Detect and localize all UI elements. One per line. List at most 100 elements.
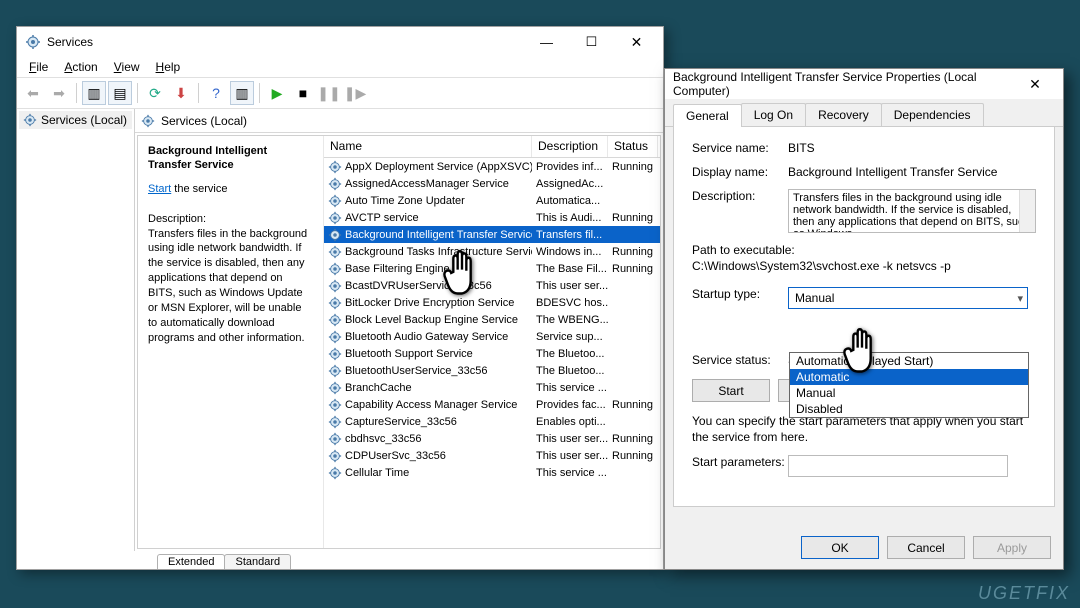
service-row[interactable]: Bluetooth Support ServiceThe Bluetoo... — [324, 345, 660, 362]
stop-service-button[interactable]: ■ — [291, 81, 315, 105]
menu-action[interactable]: Action — [56, 58, 105, 76]
start-params-label: Start parameters: — [692, 455, 788, 469]
tab-standard[interactable]: Standard — [224, 554, 291, 569]
service-row[interactable]: Block Level Backup Engine ServiceThe WBE… — [324, 311, 660, 328]
minimize-button[interactable]: — — [524, 28, 569, 56]
detail-pane: Background Intelligent Transfer Service … — [138, 136, 324, 548]
tab-general[interactable]: General — [673, 104, 742, 127]
service-name-label: Service name: — [692, 141, 788, 155]
gear-icon — [328, 330, 342, 344]
toolbar: ⬅ ➡ ▥ ▤ ⟳ ⬇ ? ▥ ▶ ■ ❚❚ ❚▶ — [17, 77, 663, 109]
option-automatic-delayed[interactable]: Automatic (Delayed Start) — [790, 353, 1028, 369]
service-row[interactable]: Cellular TimeThis service ... — [324, 464, 660, 481]
pause-service-button[interactable]: ❚❚ — [317, 81, 341, 105]
gear-icon — [328, 432, 342, 446]
gear-icon — [328, 211, 342, 225]
tab-recovery[interactable]: Recovery — [805, 103, 882, 126]
cancel-button[interactable]: Cancel — [887, 536, 965, 559]
service-row[interactable]: AppX Deployment Service (AppXSVC)Provide… — [324, 158, 660, 175]
display-name-label: Display name: — [692, 165, 788, 179]
service-row[interactable]: BcastDVRUserService_33c56This user ser..… — [324, 277, 660, 294]
service-row[interactable]: AVCTP serviceThis is Audi...Running — [324, 209, 660, 226]
dialog-titlebar[interactable]: Background Intelligent Transfer Service … — [665, 69, 1063, 99]
service-row[interactable]: BitLocker Drive Encryption ServiceBDESVC… — [324, 294, 660, 311]
window-title: Services — [47, 35, 524, 49]
gear-icon — [328, 466, 342, 480]
gear-icon — [328, 398, 342, 412]
properties-button[interactable]: ▤ — [108, 81, 132, 105]
help-button[interactable]: ? — [204, 81, 228, 105]
gear-icon — [328, 194, 342, 208]
description-label: Description: — [692, 189, 788, 203]
display-name-value: Background Intelligent Transfer Service — [788, 165, 1036, 179]
service-row[interactable]: BranchCacheThis service ... — [324, 379, 660, 396]
back-button[interactable]: ⬅ — [21, 81, 45, 105]
selected-service-name: Background Intelligent Transfer Service — [148, 144, 313, 173]
startup-type-combobox[interactable]: Manual▾ — [788, 287, 1028, 309]
tab-logon[interactable]: Log On — [741, 103, 806, 126]
start-button[interactable]: Start — [692, 379, 770, 402]
option-automatic[interactable]: Automatic — [790, 369, 1028, 385]
refresh-button[interactable]: ⟳ — [143, 81, 167, 105]
option-disabled[interactable]: Disabled — [790, 401, 1028, 417]
services-window: Services — ☐ ✕ File Action View Help ⬅ ➡… — [16, 26, 664, 570]
close-button[interactable]: ✕ — [614, 28, 659, 56]
start-service-button[interactable]: ▶ — [265, 81, 289, 105]
path-label: Path to executable: — [692, 243, 1036, 257]
scrollbar[interactable] — [1019, 190, 1035, 232]
menu-view[interactable]: View — [106, 58, 148, 76]
service-row[interactable]: CDPUserSvc_33c56This user ser...Running — [324, 447, 660, 464]
ok-button[interactable]: OK — [801, 536, 879, 559]
description-label: Description: — [148, 213, 313, 225]
gear-icon — [328, 228, 342, 242]
service-row[interactable]: AssignedAccessManager ServiceAssignedAc.… — [324, 175, 660, 192]
col-name[interactable]: Name — [324, 136, 532, 157]
col-description[interactable]: Description — [532, 136, 608, 157]
properties-button-2[interactable]: ▥ — [230, 81, 254, 105]
service-row[interactable]: Background Tasks Infrastructure ServiceW… — [324, 243, 660, 260]
service-name-value: BITS — [788, 141, 1036, 155]
menu-help[interactable]: Help — [148, 58, 189, 76]
dialog-title: Background Intelligent Transfer Service … — [673, 70, 1015, 98]
app-icon — [25, 34, 41, 50]
description-textbox[interactable]: Transfers files in the background using … — [788, 189, 1036, 233]
service-row[interactable]: Background Intelligent Transfer ServiceT… — [324, 226, 660, 243]
service-row[interactable]: Bluetooth Audio Gateway ServiceService s… — [324, 328, 660, 345]
option-manual[interactable]: Manual — [790, 385, 1028, 401]
gear-icon — [328, 245, 342, 259]
titlebar[interactable]: Services — ☐ ✕ — [17, 27, 663, 57]
watermark: UGETFIX — [978, 583, 1070, 604]
start-params-input[interactable] — [788, 455, 1008, 477]
service-row[interactable]: Base Filtering EngineThe Base Fil...Runn… — [324, 260, 660, 277]
gear-icon — [328, 313, 342, 327]
maximize-button[interactable]: ☐ — [569, 28, 614, 56]
menu-file[interactable]: File — [21, 58, 56, 76]
gear-icon — [328, 296, 342, 310]
service-status-label: Service status: — [692, 353, 788, 367]
col-status[interactable]: Status — [608, 136, 658, 157]
properties-dialog: Background Intelligent Transfer Service … — [664, 68, 1064, 570]
forward-button[interactable]: ➡ — [47, 81, 71, 105]
show-hide-tree-button[interactable]: ▥ — [82, 81, 106, 105]
gear-icon — [328, 381, 342, 395]
service-row[interactable]: Capability Access Manager ServiceProvide… — [324, 396, 660, 413]
apply-button[interactable]: Apply — [973, 536, 1051, 559]
gear-icon — [328, 364, 342, 378]
gear-icon — [328, 262, 342, 276]
gear-icon — [328, 160, 342, 174]
menubar: File Action View Help — [17, 57, 663, 77]
service-row[interactable]: cbdhsvc_33c56This user ser...Running — [324, 430, 660, 447]
tab-dependencies[interactable]: Dependencies — [881, 103, 984, 126]
service-row[interactable]: CaptureService_33c56Enables opti... — [324, 413, 660, 430]
tab-extended[interactable]: Extended — [157, 554, 225, 569]
close-button[interactable]: ✕ — [1015, 76, 1055, 93]
service-row[interactable]: BluetoothUserService_33c56The Bluetoo... — [324, 362, 660, 379]
start-link[interactable]: Start — [148, 183, 171, 195]
gear-icon — [141, 114, 155, 128]
tree-root[interactable]: Services (Local) — [19, 111, 132, 129]
service-row[interactable]: Auto Time Zone UpdaterAutomatica... — [324, 192, 660, 209]
restart-service-button[interactable]: ❚▶ — [343, 81, 367, 105]
pane-header: Services (Local) — [135, 109, 663, 133]
export-button[interactable]: ⬇ — [169, 81, 193, 105]
gear-icon — [328, 279, 342, 293]
